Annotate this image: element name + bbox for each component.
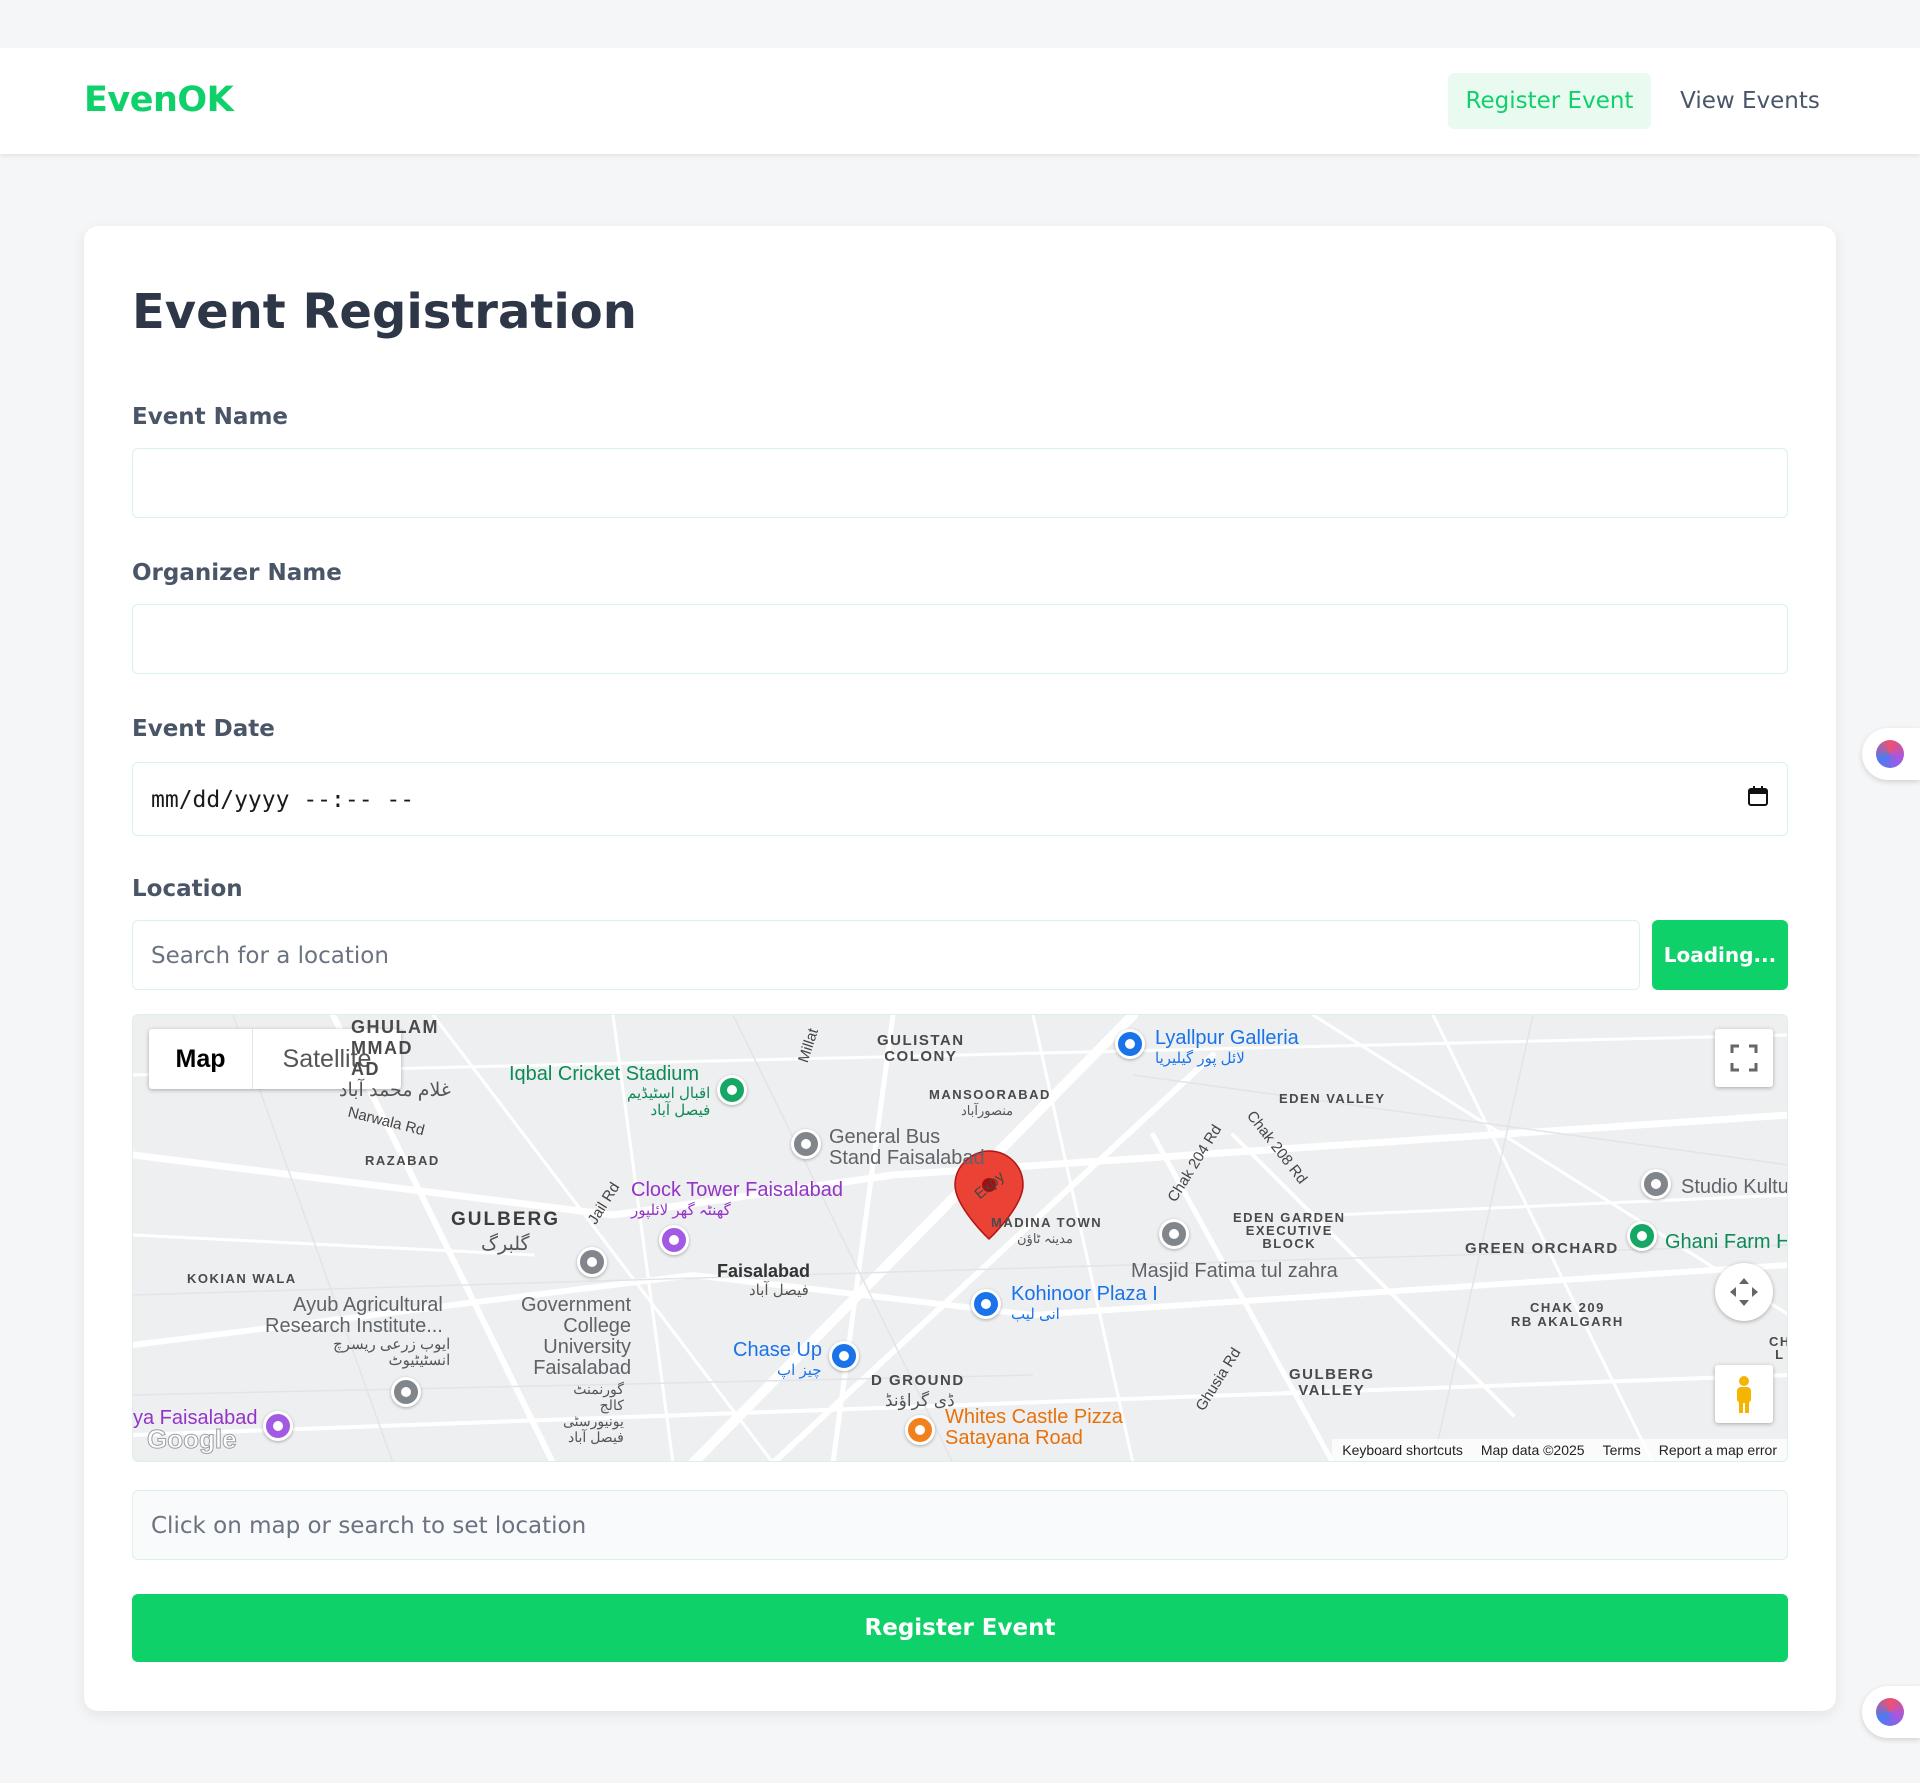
map-label-d-ground: D GROUND bbox=[871, 1372, 965, 1389]
map-type-map-button[interactable]: Map bbox=[149, 1029, 253, 1089]
poi-pin-icon[interactable] bbox=[717, 1075, 747, 1105]
poi-gcu-urdu: گورنمنٹ کالج یونیورسٹی فیصل آباد bbox=[563, 1381, 624, 1445]
nav-view-events[interactable]: View Events bbox=[1664, 73, 1836, 129]
poi-clock-tower[interactable]: Clock Tower Faisalabad bbox=[631, 1179, 843, 1202]
map-label-madina-town-urdu: مدینہ ٹاؤن bbox=[1017, 1231, 1073, 1246]
location-label: Location bbox=[132, 876, 243, 902]
fullscreen-icon bbox=[1730, 1044, 1758, 1072]
poi-ghani-farm[interactable]: Ghani Farm H bbox=[1665, 1231, 1787, 1254]
map-footer: Keyboard shortcuts Map data ©2025 Terms … bbox=[1332, 1439, 1787, 1461]
map-label-eden-valley: EDEN VALLEY bbox=[1279, 1091, 1386, 1106]
brand-logo[interactable]: EvenOK bbox=[84, 80, 234, 120]
poi-gcu[interactable]: Government College University Faisalabad bbox=[521, 1295, 631, 1379]
map-label-ghulam-urdu: غلام محمد آباد bbox=[339, 1080, 451, 1101]
poi-lyallpur-galleria[interactable]: Lyallpur Galleria bbox=[1155, 1027, 1299, 1050]
poi-studio-kultu[interactable]: Studio Kultu bbox=[1681, 1177, 1787, 1198]
brain-extension-icon bbox=[1876, 740, 1904, 768]
camera-control-button[interactable] bbox=[1715, 1263, 1773, 1321]
map-label-gulberg-urdu: گلبرگ bbox=[481, 1234, 530, 1255]
poi-pin-icon[interactable] bbox=[791, 1129, 821, 1159]
map-label-madina-town: MADINA TOWN bbox=[991, 1215, 1103, 1230]
map-label-kokian-wala: KOKIAN WALA bbox=[187, 1271, 297, 1286]
poi-iqbal-stadium-urdu: اقبال اسٹیڈیم فیصل آباد bbox=[627, 1085, 711, 1119]
poi-clock-tower-urdu: گھنٹہ گھر لائلپور bbox=[631, 1202, 731, 1219]
poi-pin-icon[interactable] bbox=[577, 1247, 607, 1277]
map-label-gulberg-valley: GULBERG VALLEY bbox=[1289, 1366, 1375, 1399]
poi-whites-castle-pizza[interactable]: Whites Castle Pizza Satayana Road bbox=[945, 1407, 1123, 1449]
event-date-value: mm/dd/yyyy --:-- -- bbox=[151, 787, 415, 813]
page-title: Event Registration bbox=[132, 284, 637, 340]
location-search-input[interactable]: Search for a location bbox=[132, 920, 1640, 990]
organizer-name-label: Organizer Name bbox=[132, 560, 342, 586]
map-label-ghulam: GHULAM MMAD AD bbox=[351, 1017, 439, 1079]
location-search-placeholder: Search for a location bbox=[151, 943, 389, 969]
map-label-green-orchard: GREEN ORCHARD bbox=[1465, 1240, 1619, 1257]
registration-card: Event Registration Event Name Organizer … bbox=[84, 226, 1836, 1711]
poi-ayub-institute[interactable]: Ayub Agricultural Research Institute... bbox=[265, 1295, 443, 1337]
poi-pin-icon[interactable] bbox=[829, 1341, 859, 1371]
location-map[interactable]: Map Satellite GHULAM MMAD AD غلام محمد آ… bbox=[132, 1014, 1788, 1462]
event-name-input[interactable] bbox=[132, 448, 1788, 518]
poi-chase-up[interactable]: Chase Up bbox=[733, 1339, 822, 1362]
selected-location-placeholder: Click on map or search to set location bbox=[151, 1513, 587, 1539]
poi-kohinoor-plaza[interactable]: Kohinoor Plaza I bbox=[1011, 1283, 1158, 1306]
brain-extension-badge[interactable] bbox=[1862, 728, 1920, 780]
brain-extension-badge[interactable] bbox=[1862, 1686, 1920, 1738]
nav-register-event[interactable]: Register Event bbox=[1448, 73, 1651, 129]
poi-iqbal-stadium[interactable]: Iqbal Cricket Stadium bbox=[509, 1063, 699, 1086]
map-label-ch-l: CH L bbox=[1769, 1334, 1787, 1362]
report-error-link[interactable]: Report a map error bbox=[1659, 1439, 1777, 1461]
poi-chase-up-urdu: چیز اپ bbox=[777, 1362, 822, 1379]
poi-pin-icon[interactable] bbox=[1115, 1029, 1145, 1059]
poi-kohinoor-plaza-urdu: انی لیب bbox=[1011, 1306, 1060, 1323]
map-label-eden-garden: EDEN GARDEN EXECUTIVE BLOCK bbox=[1233, 1210, 1346, 1251]
fullscreen-button[interactable] bbox=[1715, 1029, 1773, 1087]
top-navbar: EvenOK Register Event View Events bbox=[0, 48, 1920, 154]
map-data-text: Map data ©2025 bbox=[1480, 1442, 1585, 1458]
poi-general-bus-stand[interactable]: General Bus Stand Faisalabad bbox=[829, 1127, 985, 1169]
poi-pin-icon[interactable] bbox=[1159, 1219, 1189, 1249]
poi-pin-icon[interactable] bbox=[905, 1415, 935, 1445]
brain-extension-icon bbox=[1876, 1698, 1904, 1726]
map-label-razabad: RAZABAD bbox=[365, 1153, 440, 1168]
register-event-submit-button[interactable]: Register Event bbox=[132, 1594, 1788, 1662]
map-label-faisalabad-urdu: فیصل آباد bbox=[749, 1282, 809, 1299]
event-date-input[interactable]: mm/dd/yyyy --:-- -- bbox=[132, 762, 1788, 836]
poi-masjid-fatima[interactable]: Masjid Fatima tul zahra bbox=[1131, 1261, 1338, 1282]
poi-ayub-institute-urdu: ایوب زرعی ریسرچ انسٹیٹیوٹ bbox=[333, 1336, 451, 1369]
map-label-chak-209: CHAK 209 RB AKALGARH bbox=[1511, 1300, 1624, 1329]
pegman-icon bbox=[1737, 1376, 1751, 1413]
map-label-gulberg: GULBERG bbox=[451, 1209, 560, 1230]
poi-pin-icon[interactable] bbox=[659, 1225, 689, 1255]
map-label-mansoorabad: MANSOORABAD bbox=[929, 1087, 1051, 1102]
poi-pin-icon[interactable] bbox=[1641, 1169, 1671, 1199]
event-name-label: Event Name bbox=[132, 404, 289, 430]
poi-pin-icon[interactable] bbox=[263, 1411, 293, 1441]
selected-location-field[interactable]: Click on map or search to set location bbox=[132, 1490, 1788, 1560]
map-label-faisalabad: Faisalabad bbox=[717, 1261, 811, 1281]
map-label-mansoorabad-urdu: منصورآباد bbox=[961, 1103, 1014, 1118]
poi-pin-icon[interactable] bbox=[971, 1289, 1001, 1319]
calendar-icon[interactable] bbox=[1747, 785, 1769, 807]
map-label-gulistan: GULISTAN COLONY bbox=[877, 1032, 965, 1065]
organizer-name-input[interactable] bbox=[132, 604, 1788, 674]
poi-pin-icon[interactable] bbox=[391, 1377, 421, 1407]
event-date-label: Event Date bbox=[132, 716, 275, 742]
google-logo: Google bbox=[147, 1424, 238, 1455]
terms-link[interactable]: Terms bbox=[1603, 1439, 1641, 1461]
keyboard-shortcuts-link[interactable]: Keyboard shortcuts bbox=[1342, 1439, 1463, 1461]
poi-pin-icon[interactable] bbox=[1627, 1221, 1657, 1251]
pegman-button[interactable] bbox=[1715, 1365, 1773, 1423]
location-search-button[interactable]: Loading... bbox=[1652, 920, 1788, 990]
camera-control-icon bbox=[1730, 1278, 1758, 1306]
poi-lyallpur-galleria-urdu: لائل پور گیلیریا bbox=[1155, 1050, 1245, 1067]
